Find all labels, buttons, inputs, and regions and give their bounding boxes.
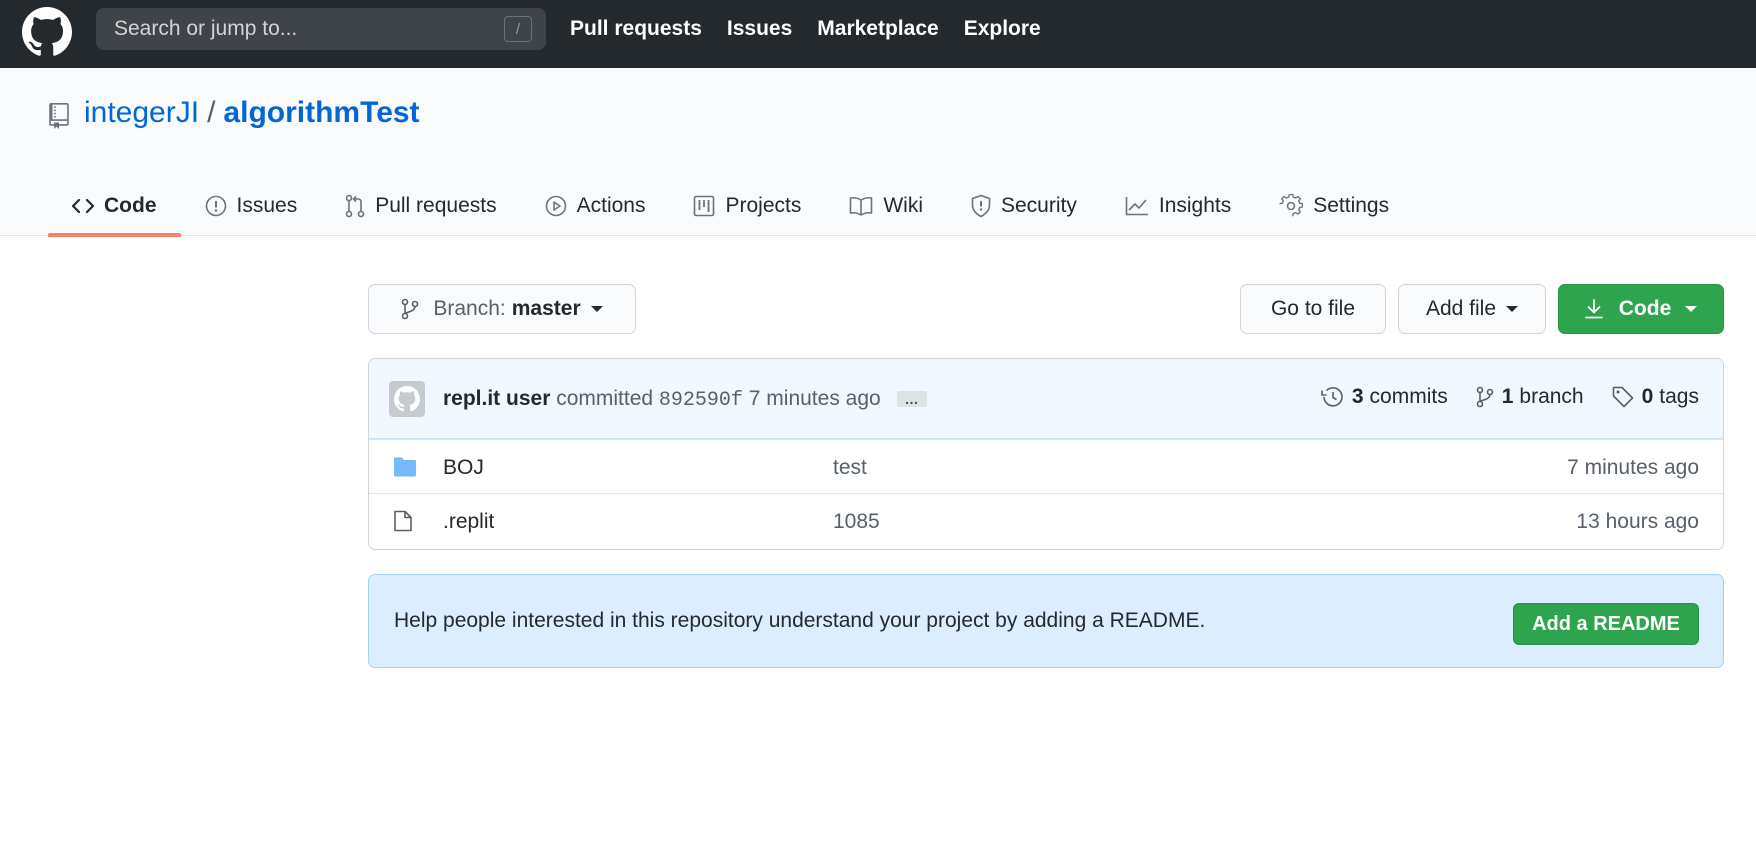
repo-name-link[interactable]: algorithmTest: [223, 96, 419, 130]
code-icon: [72, 198, 94, 214]
file-commit-message[interactable]: test: [833, 456, 867, 480]
commit-sha[interactable]: 892590f: [659, 389, 743, 412]
commits-link[interactable]: 3 commits: [1320, 385, 1448, 409]
repo-tabs: Code Issues Pull requests Actions Projec…: [48, 176, 1413, 237]
github-octocat-icon[interactable]: [22, 7, 72, 57]
history-icon: [1321, 387, 1343, 407]
file-row[interactable]: BOJ test 7 minutes ago: [369, 439, 1723, 493]
tab-label: Wiki: [883, 194, 923, 217]
search-input[interactable]: Search or jump to... /: [96, 8, 546, 50]
tab-label: Insights: [1158, 194, 1232, 217]
global-header: Search or jump to... / Pull requests Iss…: [0, 0, 1756, 68]
search-shortcut-key: /: [504, 16, 532, 42]
tab-label: Security: [1001, 194, 1077, 217]
chevron-down-icon: [590, 306, 603, 312]
tab-label: Issues: [236, 194, 298, 217]
project-icon: [694, 195, 715, 217]
tab-pull-requests[interactable]: Pull requests: [321, 176, 520, 236]
download-icon: [1584, 299, 1603, 319]
tab-label: Settings: [1313, 194, 1390, 217]
github-octocat-icon: [394, 386, 420, 412]
tags-link[interactable]: 0 tags: [1612, 385, 1699, 409]
book-icon: [850, 196, 873, 216]
folder-icon: [394, 457, 416, 477]
file-age: 13 hours ago: [1576, 510, 1699, 533]
add-file-button[interactable]: Add file: [1398, 284, 1546, 334]
commit-verb: committed: [556, 387, 654, 410]
gear-icon: [1279, 194, 1304, 217]
tab-label: Pull requests: [375, 194, 497, 217]
readme-prompt-text: Help people interested in this repositor…: [394, 609, 1206, 632]
tag-icon: [1612, 386, 1633, 408]
chevron-down-icon: [1506, 306, 1519, 312]
repo-path-separator: /: [207, 96, 216, 129]
nav-marketplace[interactable]: Marketplace: [817, 17, 938, 41]
tab-issues[interactable]: Issues: [181, 176, 322, 236]
branch-icon: [402, 298, 419, 320]
branch-label: Branch:: [433, 297, 506, 320]
search-placeholder: Search or jump to...: [114, 17, 298, 40]
tags-label: tags: [1659, 385, 1699, 408]
tab-settings[interactable]: Settings: [1255, 176, 1413, 236]
file-commit-message[interactable]: 1085: [833, 510, 880, 534]
repo-header: integerJI / algorithmTest Code Issues Pu…: [0, 68, 1756, 237]
avatar[interactable]: [389, 381, 425, 417]
branches-link[interactable]: 1 branch: [1476, 385, 1584, 409]
nav-issues[interactable]: Issues: [727, 17, 792, 41]
tab-label: Projects: [725, 194, 802, 217]
file-row[interactable]: .replit 1085 13 hours ago: [369, 493, 1723, 547]
add-readme-button[interactable]: Add a README: [1513, 603, 1699, 645]
repo-icon: [49, 103, 69, 129]
repo-owner-link[interactable]: integerJI: [84, 96, 199, 130]
tab-insights[interactable]: Insights: [1101, 176, 1255, 236]
branch-count-label: branch: [1519, 385, 1584, 408]
branch-icon: [1476, 386, 1494, 408]
graph-icon: [1125, 197, 1148, 216]
global-nav: Pull requests Issues Marketplace Explore: [570, 0, 1041, 58]
issue-icon: [205, 195, 226, 217]
play-icon: [545, 195, 566, 217]
nav-explore[interactable]: Explore: [964, 17, 1041, 41]
commits-count: 3: [1351, 385, 1364, 408]
commit-author[interactable]: repl.it user: [443, 387, 550, 410]
commit-summary: repl.it user committed 892590f 7 minutes…: [443, 387, 927, 412]
add-file-label: Add file: [1425, 297, 1497, 320]
code-button-label: Code: [1618, 297, 1672, 320]
tab-security[interactable]: Security: [947, 176, 1101, 236]
tab-code[interactable]: Code: [48, 176, 181, 237]
file-icon: [394, 510, 412, 532]
chevron-down-icon: [1685, 306, 1698, 312]
branch-select-button[interactable]: Branch: master: [368, 284, 636, 334]
nav-pull-requests[interactable]: Pull requests: [570, 17, 702, 41]
file-browser: repl.it user committed 892590f 7 minutes…: [368, 358, 1724, 550]
file-name[interactable]: .replit: [443, 510, 494, 534]
tab-label: Code: [104, 194, 157, 217]
tab-projects[interactable]: Projects: [669, 176, 825, 236]
shield-icon: [971, 194, 991, 218]
commits-label: commits: [1369, 385, 1448, 408]
commit-time: 7 minutes ago: [748, 387, 881, 410]
repo-stats: 3 commits 1 branch 0 tags: [1320, 385, 1699, 409]
latest-commit-bar: repl.it user committed 892590f 7 minutes…: [369, 359, 1723, 439]
commit-expand-button[interactable]: …: [896, 391, 927, 408]
branch-name: master: [511, 297, 581, 320]
tags-count: 0: [1641, 385, 1654, 408]
pull-request-icon: [345, 194, 365, 218]
file-age: 7 minutes ago: [1567, 456, 1699, 479]
go-to-file-label: Go to file: [1270, 297, 1356, 320]
tab-label: Actions: [576, 194, 646, 217]
repo-title: integerJI / algorithmTest: [84, 96, 420, 130]
go-to-file-button[interactable]: Go to file: [1240, 284, 1386, 334]
branch-count: 1: [1501, 385, 1514, 408]
tab-actions[interactable]: Actions: [521, 176, 670, 236]
file-name[interactable]: BOJ: [443, 456, 484, 480]
tab-wiki[interactable]: Wiki: [825, 176, 947, 236]
code-download-button[interactable]: Code: [1558, 284, 1724, 334]
readme-prompt: Help people interested in this repositor…: [368, 574, 1724, 668]
